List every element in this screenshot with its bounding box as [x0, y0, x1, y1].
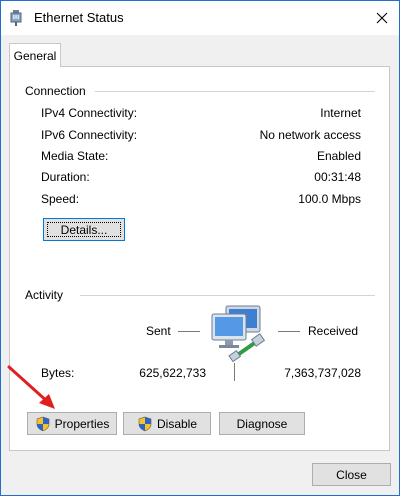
network-computers-icon [211, 305, 266, 363]
ipv4-value: Internet [320, 106, 361, 120]
ipv6-value: No network access [259, 128, 361, 142]
ipv6-label: IPv6 Connectivity: [41, 128, 138, 142]
duration-label: Duration: [41, 170, 90, 184]
network-adapter-icon [10, 10, 22, 26]
received-label: Received [308, 324, 359, 338]
close-icon[interactable] [365, 1, 399, 35]
bytes-sent-value: 625,622,733 [139, 366, 206, 380]
diagnose-button-label: Diagnose [236, 416, 288, 431]
activity-separator [234, 363, 235, 381]
close-button-label: Close [336, 467, 367, 482]
connection-group-label: Connection [25, 84, 92, 98]
close-button[interactable]: Close [312, 463, 391, 486]
details-button[interactable]: Details... [43, 218, 125, 241]
annotation-arrow-icon [7, 365, 55, 409]
sent-connector [178, 331, 200, 332]
uac-shield-icon [138, 416, 152, 431]
title-bar: Ethernet Status [1, 1, 399, 35]
sent-label: Sent [146, 324, 171, 338]
focus-ring [47, 222, 121, 237]
properties-button-label: Properties [54, 416, 110, 431]
diagnose-button[interactable]: Diagnose [219, 412, 305, 435]
tab-general[interactable]: General [9, 43, 61, 67]
media-state-label: Media State: [41, 149, 109, 163]
uac-shield-icon [36, 416, 49, 431]
ipv4-label: IPv4 Connectivity: [41, 106, 138, 120]
received-connector [278, 331, 300, 332]
disable-button-label: Disable [156, 416, 198, 431]
activity-divider [80, 295, 375, 296]
disable-button[interactable]: Disable [123, 412, 211, 435]
speed-label: Speed: [41, 192, 80, 206]
ethernet-status-window: Ethernet Status General Connection IPv4 … [0, 0, 400, 496]
speed-value: 100.0 Mbps [298, 192, 361, 206]
connection-divider [95, 91, 375, 92]
general-panel: Connection IPv4 Connectivity: Internet I… [9, 66, 390, 451]
window-title: Ethernet Status [34, 10, 124, 25]
duration-value: 00:31:48 [314, 170, 361, 184]
media-state-value: Enabled [316, 149, 361, 163]
bytes-received-value: 7,363,737,028 [284, 366, 361, 380]
activity-group-label: Activity [25, 288, 70, 302]
properties-button[interactable]: Properties [27, 412, 117, 435]
